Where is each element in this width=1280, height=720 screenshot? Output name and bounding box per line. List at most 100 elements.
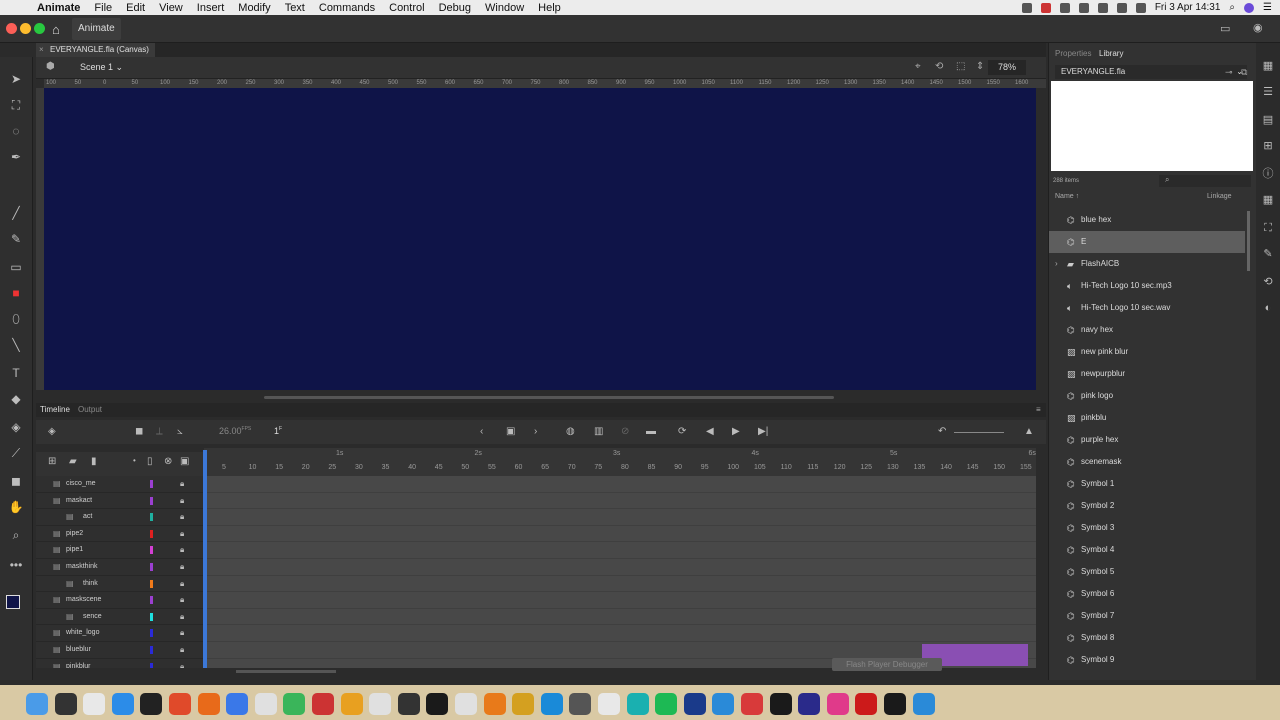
dock-app-icon[interactable] — [83, 693, 106, 715]
hand-tool-icon[interactable]: ✋ — [8, 499, 24, 515]
dock-app-icon[interactable] — [169, 693, 191, 715]
accessibility-icon[interactable]: ◐ — [1261, 301, 1275, 315]
pin-icon[interactable]: ⊸ — [1225, 67, 1233, 78]
layer-type-icon[interactable]: ▤ — [53, 479, 61, 488]
status-icon[interactable] — [1040, 2, 1051, 13]
layer-row[interactable]: ▤ cisco_me 🔒︎ — [36, 476, 204, 493]
library-item[interactable]: ⌬ Symbol 4 — [1049, 539, 1245, 561]
menu-debug[interactable]: Debug — [432, 2, 478, 14]
onion-outline-icon[interactable]: ▥ — [594, 426, 603, 437]
play-icon[interactable]: ▶ — [732, 426, 740, 437]
timeline-scrollbar[interactable] — [236, 670, 336, 673]
undo-icon[interactable]: ↶ — [938, 426, 946, 437]
menu-control[interactable]: Control — [382, 2, 431, 14]
home-icon[interactable]: ⌂ — [52, 22, 60, 37]
layer-row[interactable]: ▤ blueblur 🔒︎ — [36, 642, 204, 659]
lock-icon[interactable]: 🔒︎ — [180, 612, 184, 622]
library-item[interactable]: ⌬ Symbol 7 — [1049, 605, 1245, 627]
frame-row[interactable] — [204, 542, 1036, 559]
free-transform-icon[interactable]: ⛶ — [8, 97, 24, 113]
align-icon[interactable]: ⊞ — [1261, 139, 1275, 153]
tab-timeline[interactable]: Timeline — [40, 405, 70, 414]
more-tools-icon[interactable]: ••• — [8, 557, 24, 573]
layer-name[interactable]: maskact — [66, 497, 92, 504]
lock-icon[interactable]: 🔒︎ — [180, 496, 184, 506]
layer-row[interactable]: ▤ sence 🔒︎ — [36, 609, 204, 626]
brush-library-icon[interactable]: ✎ — [1261, 247, 1275, 261]
library-item[interactable]: ⌬ blue hex — [1049, 209, 1245, 231]
line-tool-icon[interactable]: ╲ — [8, 337, 24, 353]
dock-app-icon[interactable] — [426, 693, 449, 715]
dock-app-icon[interactable] — [826, 693, 849, 715]
dock-app-icon[interactable] — [798, 693, 821, 715]
layer-type-icon[interactable]: ▤ — [66, 512, 74, 521]
motion-presets-icon[interactable]: ▤ — [1261, 113, 1275, 127]
lock-icon[interactable]: 🔒︎ — [180, 662, 184, 668]
timeline-zoom-slider[interactable] — [954, 432, 1004, 433]
frame-row[interactable] — [204, 559, 1036, 576]
dock-app-icon[interactable] — [912, 693, 935, 715]
dock-app-icon[interactable] — [683, 693, 706, 715]
library-scrollbar[interactable] — [1247, 211, 1250, 271]
layer-color-swatch[interactable] — [150, 645, 153, 654]
minimize-window-icon[interactable] — [20, 23, 31, 34]
next-keyframe-icon[interactable]: › — [534, 426, 537, 437]
tab-library[interactable]: Library — [1099, 49, 1123, 58]
menu-modify[interactable]: Modify — [231, 2, 277, 14]
library-document-select[interactable]: EVERYANGLE.fla ⌄ — [1055, 65, 1247, 79]
lock-icon[interactable]: 🔒︎ — [180, 645, 184, 655]
properties-icon[interactable]: ☰ — [1261, 85, 1275, 99]
new-library-panel-icon[interactable]: ⧉ — [1241, 67, 1247, 78]
delete-layer-icon[interactable]: ▮ — [91, 456, 97, 467]
layers-icon[interactable]: ◈ — [48, 426, 56, 437]
stage-rotation-icon[interactable]: ⟲ — [935, 61, 943, 72]
library-item[interactable]: ⌬ Symbol 8 — [1049, 627, 1245, 649]
column-name[interactable]: Name ↑ — [1055, 193, 1079, 200]
library-item[interactable]: ⌬ scenemask — [1049, 451, 1245, 473]
close-window-icon[interactable] — [6, 23, 17, 34]
menu-text[interactable]: Text — [278, 2, 312, 14]
dock-app-icon[interactable] — [197, 693, 220, 715]
layer-row[interactable]: ▤ white_logo 🔒︎ — [36, 625, 204, 642]
collapse-icon[interactable]: ▲ — [1024, 426, 1034, 437]
layer-type-icon[interactable]: ▤ — [66, 612, 74, 621]
lock-icon[interactable]: 🔒︎ — [180, 512, 184, 522]
layer-row[interactable]: ▤ pinkblur 🔒︎ — [36, 659, 204, 668]
dock-app-icon[interactable] — [26, 693, 48, 715]
frame-display[interactable]: 1F — [274, 426, 282, 436]
outline-icon[interactable]: ▯ — [147, 456, 153, 467]
transform-icon[interactable]: ⛶ — [1261, 221, 1275, 235]
layer-row[interactable]: ▤ think 🔒︎ — [36, 576, 204, 593]
tab-output[interactable]: Output — [78, 405, 102, 414]
tab-properties[interactable]: Properties — [1055, 49, 1091, 58]
dock-app-icon[interactable] — [741, 693, 763, 715]
library-item[interactable]: ⌬ pink logo — [1049, 385, 1245, 407]
layer-name[interactable]: white_logo — [66, 629, 99, 636]
history-icon[interactable]: ⟲ — [1261, 275, 1275, 289]
dock-app-icon[interactable] — [369, 693, 392, 715]
status-icon[interactable] — [1078, 2, 1089, 13]
workspace-icon[interactable]: ▭ — [1220, 22, 1230, 35]
insert-keyframe-icon[interactable]: ▣ — [506, 426, 515, 437]
dock-app-icon[interactable] — [54, 693, 77, 715]
eyedropper-icon[interactable]: ⟋ — [8, 445, 24, 461]
layer-name[interactable]: think — [83, 580, 98, 587]
library-item[interactable]: › ▰ FlashAICB — [1049, 253, 1245, 275]
dock-app-icon[interactable] — [769, 693, 792, 715]
dock-app-icon[interactable] — [340, 693, 363, 715]
library-item[interactable]: 🔈︎ Hi-Tech Logo 10 sec.mp3 — [1049, 275, 1245, 297]
dock-app-icon[interactable] — [455, 693, 477, 715]
layer-color-swatch[interactable] — [150, 546, 153, 555]
menu-commands[interactable]: Commands — [312, 2, 382, 14]
frame-row[interactable] — [204, 592, 1036, 609]
layer-name[interactable]: act — [83, 513, 92, 520]
frame-row[interactable] — [204, 625, 1036, 642]
column-linkage[interactable]: Linkage — [1207, 193, 1232, 200]
info-icon[interactable]: ⓘ — [1261, 167, 1275, 181]
dock-app-icon[interactable] — [140, 693, 163, 715]
layer-type-icon[interactable]: ▤ — [53, 529, 61, 538]
playhead[interactable] — [203, 450, 207, 668]
panel-menu-icon[interactable]: ≡ — [1036, 405, 1041, 414]
highlight-dot-icon[interactable]: • — [133, 456, 136, 465]
prev-keyframe-icon[interactable]: ‹ — [480, 426, 483, 437]
